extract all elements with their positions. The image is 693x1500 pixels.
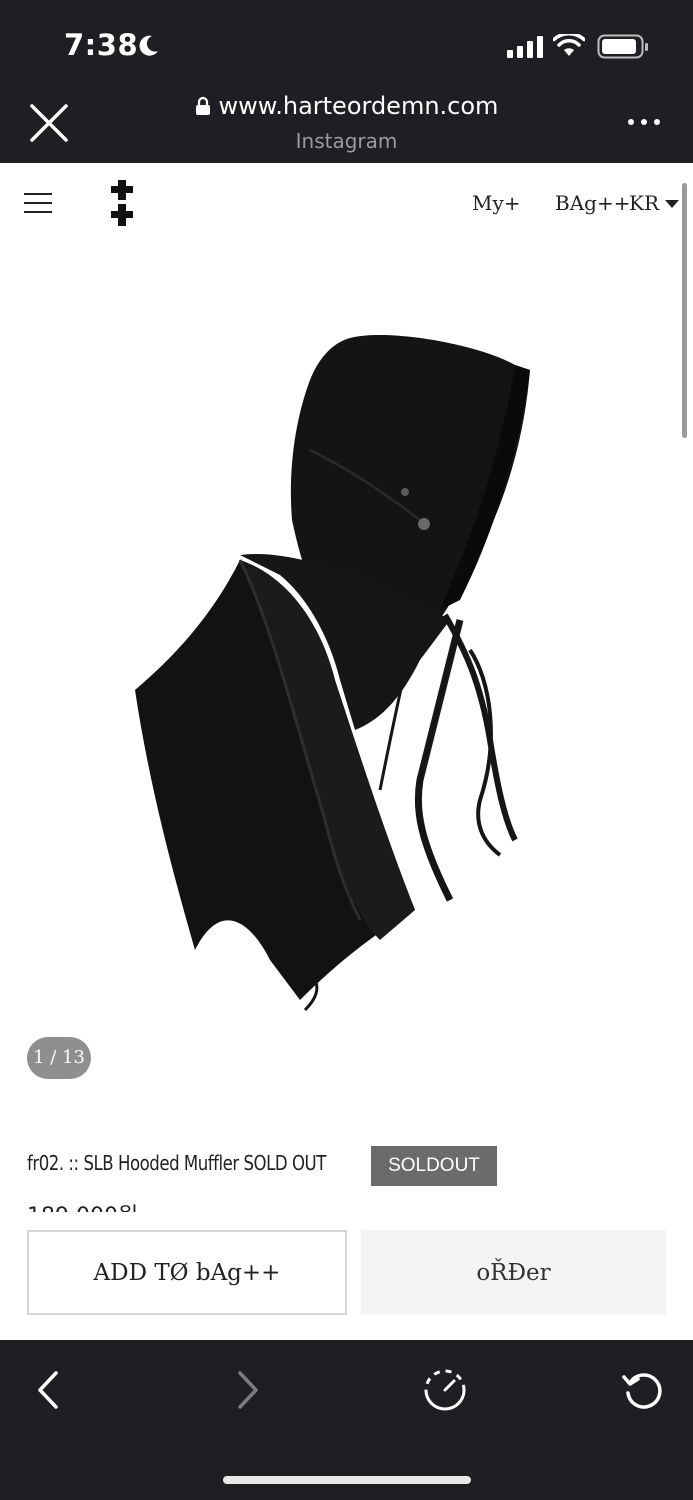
price-row: 189,000원 xyxy=(0,1190,693,1212)
image-counter: 1 / 13 xyxy=(27,1037,91,1079)
nav-my-account[interactable]: My+ xyxy=(472,191,521,215)
address-bar[interactable]: www.harteordemn.com Instagram xyxy=(160,92,533,153)
product-price: 189,000원 xyxy=(27,1198,138,1212)
compass-icon[interactable] xyxy=(420,1365,470,1415)
more-icon[interactable] xyxy=(626,112,662,132)
browser-toolbar xyxy=(0,1340,693,1500)
order-button[interactable]: oŘĐer xyxy=(361,1230,666,1315)
site-header: My+ BAg++ KR xyxy=(0,163,693,243)
signal-icon xyxy=(507,36,543,58)
browser-header: 7:38 www.harteordemn.com Instagram xyxy=(0,0,693,163)
language-select[interactable]: KR xyxy=(629,191,679,215)
url-text: www.harteordemn.com xyxy=(218,92,499,120)
back-icon[interactable] xyxy=(24,1365,74,1415)
menu-icon[interactable] xyxy=(24,193,52,215)
nav-bag[interactable]: BAg++ xyxy=(555,191,630,215)
page-scrollbar[interactable] xyxy=(682,183,687,438)
language-label: KR xyxy=(629,191,659,215)
wifi-icon xyxy=(553,34,585,56)
status-time: 7:38 xyxy=(64,28,139,62)
close-icon[interactable] xyxy=(28,102,70,144)
add-to-bag-button[interactable]: ADD TØ bAg++ xyxy=(27,1230,347,1315)
status-badge: SOLDOUT xyxy=(371,1146,497,1186)
url-subtitle: Instagram xyxy=(295,129,398,153)
chevron-down-icon xyxy=(665,200,679,208)
battery-icon xyxy=(597,34,648,59)
action-bar: ADD TØ bAg++ oŘĐer xyxy=(0,1212,693,1340)
product-title: fr02. :: SLB Hooded Muffler SOLD OUT xyxy=(27,1151,326,1175)
moon-icon xyxy=(139,35,158,56)
forward-icon[interactable] xyxy=(222,1365,272,1415)
lock-icon xyxy=(195,96,210,115)
home-indicator[interactable] xyxy=(223,1476,471,1484)
reload-icon[interactable] xyxy=(618,1365,668,1415)
product-image[interactable] xyxy=(120,320,550,1020)
logo-icon[interactable] xyxy=(108,180,136,226)
